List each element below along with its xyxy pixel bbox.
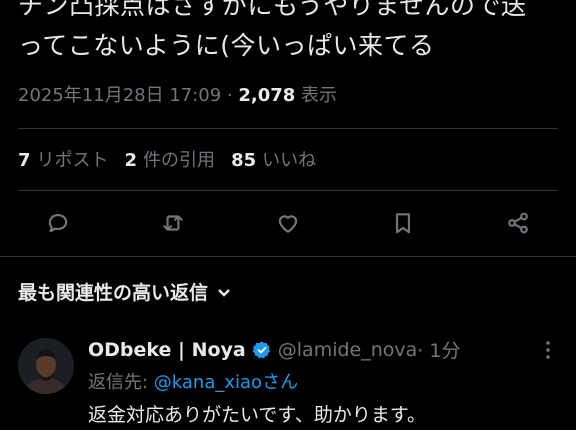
- replying-to: 返信先: @kana_xiaoさん: [88, 368, 298, 394]
- tweet-meta: 2025年11月28日 17:09 · 2,078 表示: [18, 81, 337, 107]
- reply-time[interactable]: · 1分: [417, 336, 460, 363]
- divider: [18, 190, 558, 191]
- quotes-stat[interactable]: 2 件の引用: [125, 150, 232, 171]
- repost-icon: [163, 215, 183, 231]
- reply-to-handle: @kana_xiao: [153, 372, 263, 393]
- likes-stat[interactable]: 85 いいね: [231, 150, 332, 171]
- verified-badge-icon: [252, 341, 270, 358]
- reply-to-handle-link[interactable]: @kana_xiaoさん: [154, 372, 298, 393]
- reply-to-prefix: 返信先:: [88, 372, 154, 393]
- reply-button[interactable]: [39, 204, 77, 242]
- engagement-stats: 7 リポスト 2 件の引用 85 いいね: [18, 146, 332, 172]
- more-options-icon[interactable]: [538, 338, 558, 362]
- reposts-count: 7: [18, 150, 31, 171]
- reply-author-name[interactable]: ODbeke | Noya: [88, 339, 246, 361]
- heart-icon: [278, 215, 298, 233]
- reply-author-handle[interactable]: @lamide_nova: [278, 339, 418, 361]
- likes-count: 85: [231, 150, 257, 171]
- reposts-stat[interactable]: 7 リポスト: [18, 150, 125, 171]
- reply-icon: [48, 214, 68, 233]
- reply-item[interactable]: ODbeke | Noya @lamide_nova · 1分 返信先: @ka…: [0, 328, 576, 430]
- tweet-text-line-2: ってこないように(今いっぱい来てる: [18, 31, 435, 60]
- chevron-down-icon: [218, 288, 230, 297]
- tweet-text-line-1: チン凸採点はさすがにもうやりませんので送: [18, 0, 527, 20]
- views-count: 2,078: [238, 85, 296, 106]
- likes-label: いいね: [262, 150, 317, 171]
- like-button[interactable]: [269, 204, 307, 242]
- views-label: 表示: [295, 85, 338, 106]
- reposts-label: リポスト: [36, 150, 109, 171]
- tweet-timestamp[interactable]: 2025年11月28日 17:09: [18, 85, 221, 106]
- avatar[interactable]: [18, 338, 74, 394]
- reply-header: ODbeke | Noya @lamide_nova · 1分: [88, 336, 460, 363]
- share-icon: [508, 212, 528, 234]
- action-bar: [0, 200, 576, 246]
- reply-sort-label: 最も関連性の高い返信: [18, 282, 209, 304]
- repost-button[interactable]: [154, 204, 192, 242]
- reply-to-suffix: さん: [262, 372, 299, 393]
- bookmark-button[interactable]: [384, 204, 422, 242]
- divider: [0, 256, 576, 257]
- reply-sort-selector[interactable]: 最も関連性の高い返信: [18, 278, 232, 305]
- reply-text: 返金対応ありがたいです、助かります。: [88, 404, 427, 426]
- avatar-image: [18, 338, 74, 394]
- quotes-count: 2: [124, 150, 138, 171]
- bookmark-icon: [395, 213, 411, 234]
- quotes-label: 件の引用: [143, 150, 216, 171]
- tweet-text: チン凸採点はさすがにもうやりませんので送 ってこないように(今いっぱい来てる: [18, 0, 566, 66]
- meta-separator: ·: [221, 85, 239, 106]
- share-button[interactable]: [499, 204, 537, 242]
- divider: [18, 128, 558, 129]
